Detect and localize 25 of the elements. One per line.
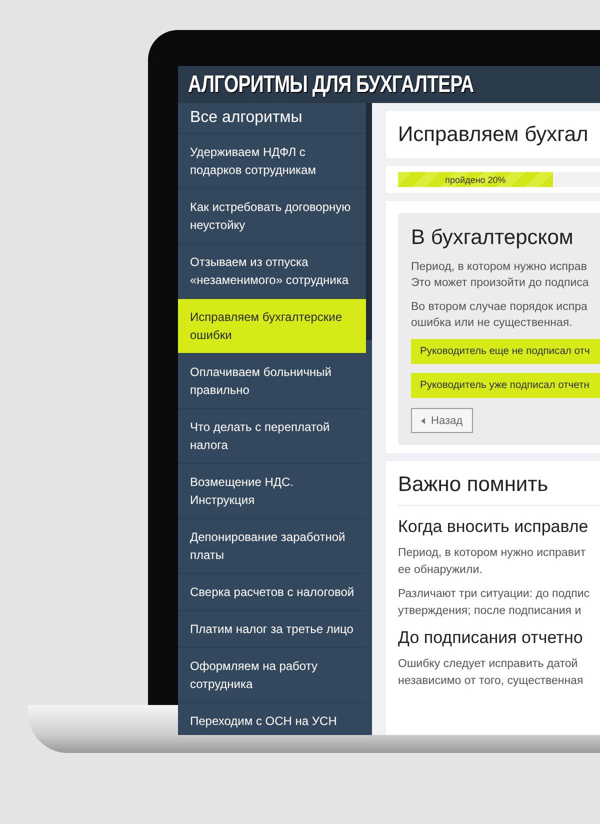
sidebar-item[interactable]: Платим налог за третье лицо xyxy=(178,611,366,648)
answer-option[interactable]: Руководитель еще не подписал отч xyxy=(411,339,600,364)
sidebar-item[interactable]: Возмещение НДС. Инструкция xyxy=(178,464,366,519)
sidebar-item[interactable]: Сверка расчетов с налоговой xyxy=(178,574,366,611)
sidebar-item[interactable]: Что делать с переплатой налога xyxy=(178,409,366,464)
step-paragraph: Во втором случае порядок испра ошибка или не существенная. xyxy=(411,300,588,331)
caret-icon xyxy=(421,418,425,424)
answer-option[interactable]: Руководитель уже подписал отчетн xyxy=(411,373,600,398)
progress-label: пройдено 20% xyxy=(445,174,506,184)
step-paragraph: Период, в котором нужно исправ Это может произойти до подписа xyxy=(411,260,590,291)
page-title: Исправляем бухгал xyxy=(398,122,590,147)
body-paragraph: Ошибку следует исправить датой независимо от того, существенная xyxy=(398,657,584,689)
sidebar-item[interactable]: Оплачиваем больничный правильно xyxy=(178,354,366,409)
subsection-heading: Когда вносить исправле xyxy=(398,516,590,538)
body-paragraph: Различают три ситуации: до подпис утверждения; после подписания и xyxy=(398,587,591,619)
site-title: АЛГОРИТМЫ ДЛЯ БУХГАЛТЕРА xyxy=(188,70,474,100)
step-title: В бухгалтерском xyxy=(411,225,574,251)
section-title: Важно помнить xyxy=(398,471,600,506)
body-paragraph: Период, в котором нужно исправит ее обнаружили. xyxy=(398,546,587,578)
sidebar-item[interactable]: Депонирование заработной платы xyxy=(178,519,366,574)
scrollbar-thumb[interactable] xyxy=(366,103,372,340)
subsection-heading: До подписания отчетно xyxy=(398,627,584,649)
back-button[interactable]: Назад xyxy=(411,408,473,433)
sidebar-item[interactable]: Оформляем на работу сотрудника xyxy=(178,648,366,703)
sidebar-item[interactable]: Исправляем бухгалтерские ошибки xyxy=(178,299,366,354)
